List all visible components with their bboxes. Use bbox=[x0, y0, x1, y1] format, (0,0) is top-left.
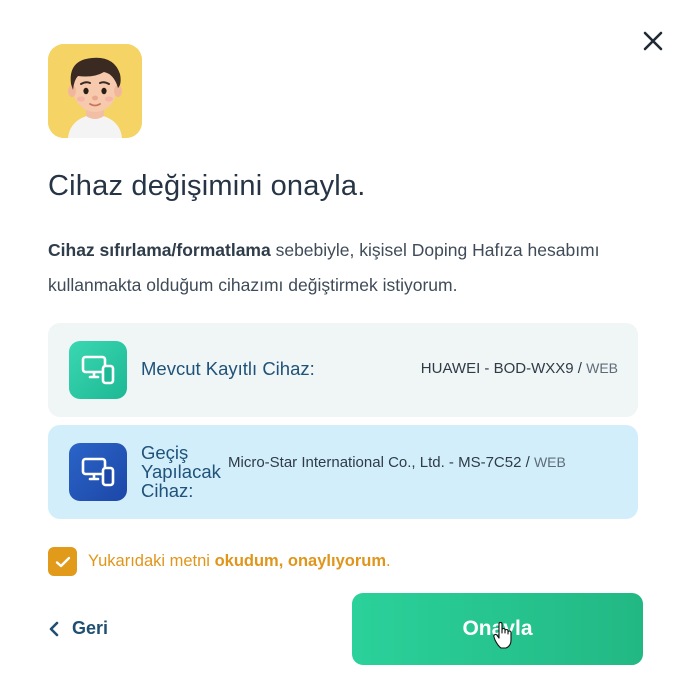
next-device-label: Geçiş Yapılacak Cihaz: bbox=[141, 442, 221, 501]
consent-prefix: Yukarıdaki metni bbox=[88, 552, 215, 570]
current-device-platform: WEB bbox=[586, 360, 618, 376]
consent-checkbox-row[interactable]: Yukarıdaki metni okudum, onaylıyorum. bbox=[48, 547, 391, 576]
current-device-label: Mevcut Kayıtlı Cihaz: bbox=[141, 358, 315, 379]
back-label: Geri bbox=[72, 618, 109, 638]
current-device-name: HUAWEI - BOD-WXX9 bbox=[420, 360, 574, 377]
dialog-description: Cihaz sıfırlama/formatlama sebebiyle, ki… bbox=[48, 233, 628, 303]
next-device-platform: WEB bbox=[533, 454, 566, 470]
consent-label: Yukarıdaki metni okudum, onaylıyorum. bbox=[88, 552, 391, 571]
device-change-dialog: Cihaz değişimini onayla. Cihaz sıfırlama… bbox=[0, 0, 682, 692]
close-button[interactable] bbox=[638, 26, 668, 56]
confirm-button[interactable]: Onayla bbox=[352, 593, 643, 665]
consent-suffix: . bbox=[386, 552, 391, 570]
chevron-left-icon bbox=[49, 621, 59, 636]
device-icon bbox=[69, 443, 127, 501]
description-bold: Cihaz sıfırlama/formatlama bbox=[48, 240, 271, 260]
consent-bold: okudum, onaylıyorum bbox=[214, 552, 386, 570]
check-icon bbox=[55, 556, 70, 567]
current-device-value: HUAWEI - BOD-WXX9 / WEB bbox=[421, 360, 618, 377]
avatar bbox=[48, 44, 142, 138]
next-device-separator: / bbox=[521, 454, 534, 471]
current-device-card: Mevcut Kayıtlı Cihaz: HUAWEI - BOD-WXX9 … bbox=[48, 323, 638, 417]
dialog-title: Cihaz değişimini onayla. bbox=[48, 170, 366, 202]
device-icon bbox=[69, 341, 127, 399]
current-device-separator: / bbox=[573, 360, 587, 377]
consent-checkbox[interactable] bbox=[48, 547, 77, 576]
next-device-value: Micro-Star International Co., Ltd. - MS-… bbox=[228, 454, 598, 471]
close-icon bbox=[643, 31, 663, 51]
next-device-name: Micro-Star International Co., Ltd. - MS-… bbox=[228, 454, 522, 471]
back-button[interactable]: Geri bbox=[48, 618, 108, 639]
next-device-card: Geçiş Yapılacak Cihaz: Micro-Star Intern… bbox=[48, 425, 638, 519]
